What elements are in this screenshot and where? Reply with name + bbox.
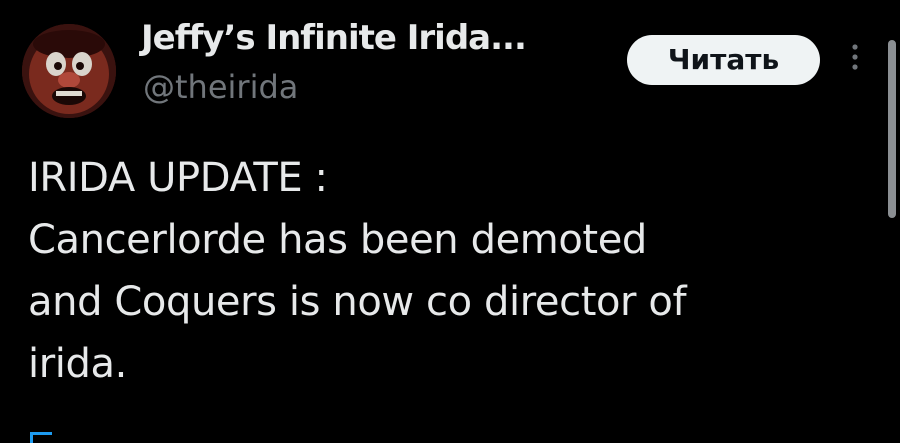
tweet-text-line: irida.	[28, 341, 127, 387]
tweet-text-line: IRIDA UPDATE :	[28, 155, 328, 201]
author-handle[interactable]: @theirida	[143, 68, 298, 106]
scrollbar-thumb[interactable]	[888, 40, 896, 218]
avatar[interactable]	[22, 24, 116, 118]
vertical-dots-icon[interactable]	[850, 43, 860, 71]
tweet-text-line: and Coquers is now co director of	[28, 279, 687, 325]
follow-button-label: Читать	[667, 42, 780, 76]
follow-button[interactable]: Читать	[627, 35, 820, 85]
author-display-name[interactable]: Jeffy’s Infinite Irida...	[141, 18, 527, 58]
media-card-edge	[30, 432, 52, 443]
cartoon-face-avatar-icon	[22, 24, 116, 118]
tweet-text: IRIDA UPDATE : Cancerlorde has been demo…	[28, 147, 858, 395]
tweet-text-line: Cancerlorde has been demoted	[28, 217, 647, 263]
